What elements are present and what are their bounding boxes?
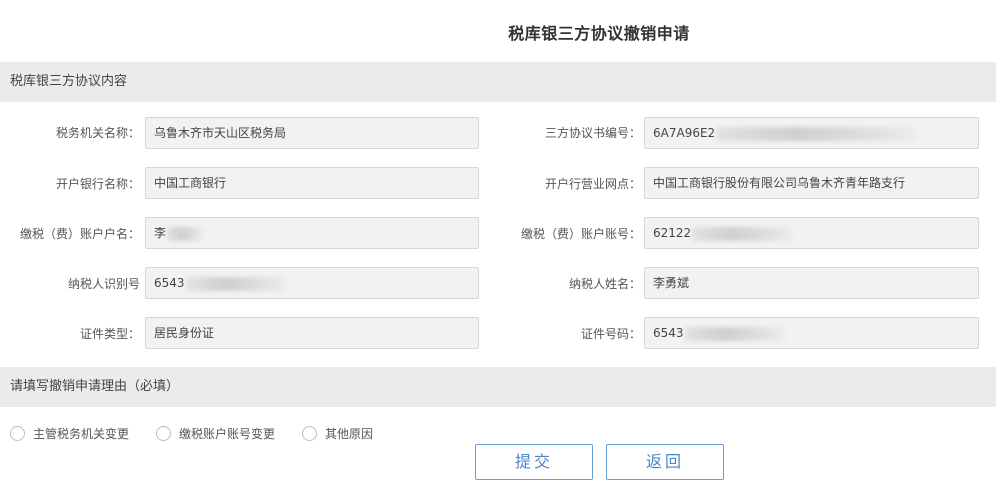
redacted-mask	[185, 276, 286, 291]
bank-branch-field: 中国工商银行股份有限公司乌鲁木齐青年路支行	[644, 167, 979, 199]
redacted-mask	[716, 126, 917, 141]
submit-button[interactable]: 提交	[475, 444, 593, 480]
redacted-mask	[684, 326, 785, 341]
reason-radio-account-change[interactable]: 缴税账户账号变更	[156, 424, 275, 442]
account-no-field: 62122	[644, 217, 979, 249]
page-title: 税库银三方协议撤销申请	[508, 24, 690, 43]
taxpayer-name-label: 纳税人姓名：	[568, 277, 641, 291]
radio-circle-icon[interactable]	[156, 425, 171, 441]
id-type-field: 居民身份证	[145, 317, 479, 349]
section-header-revoke-reason: 请填写撤销申请理由（必填）	[0, 367, 996, 407]
taxpayer-id-label: 纳税人识别号	[67, 277, 140, 291]
radio-circle-icon[interactable]	[10, 425, 25, 441]
account-no-label: 缴税（费）账户账号：	[520, 227, 641, 241]
id-no-label: 证件号码：	[580, 327, 641, 341]
agreement-no-field: 6A7A96E2	[644, 117, 979, 149]
bank-name-label: 开户银行名称：	[55, 177, 140, 191]
account-name-label: 缴税（费）账户户名：	[19, 227, 140, 241]
radio-circle-icon[interactable]	[302, 425, 317, 441]
taxpayer-id-field: 6543	[145, 267, 479, 299]
redacted-mask	[692, 226, 793, 241]
bank-branch-label: 开户行营业网点：	[544, 177, 641, 191]
redacted-mask	[167, 226, 204, 241]
tax-authority-label: 税务机关名称：	[55, 126, 140, 140]
account-name-field: 李	[145, 217, 479, 249]
taxpayer-name-field: 李勇斌	[644, 267, 979, 299]
tax-authority-field: 乌鲁木齐市天山区税务局	[145, 117, 479, 149]
agreement-no-label: 三方协议书编号：	[544, 126, 641, 140]
back-button[interactable]: 返回	[606, 444, 724, 480]
id-type-label: 证件类型：	[79, 327, 140, 341]
bank-name-field: 中国工商银行	[145, 167, 479, 199]
id-no-field: 6543	[644, 317, 979, 349]
reason-radio-authority-change[interactable]: 主管税务机关变更	[10, 424, 129, 442]
section-header-agreement-content: 税库银三方协议内容	[0, 62, 996, 102]
reason-radio-other[interactable]: 其他原因	[302, 424, 373, 442]
